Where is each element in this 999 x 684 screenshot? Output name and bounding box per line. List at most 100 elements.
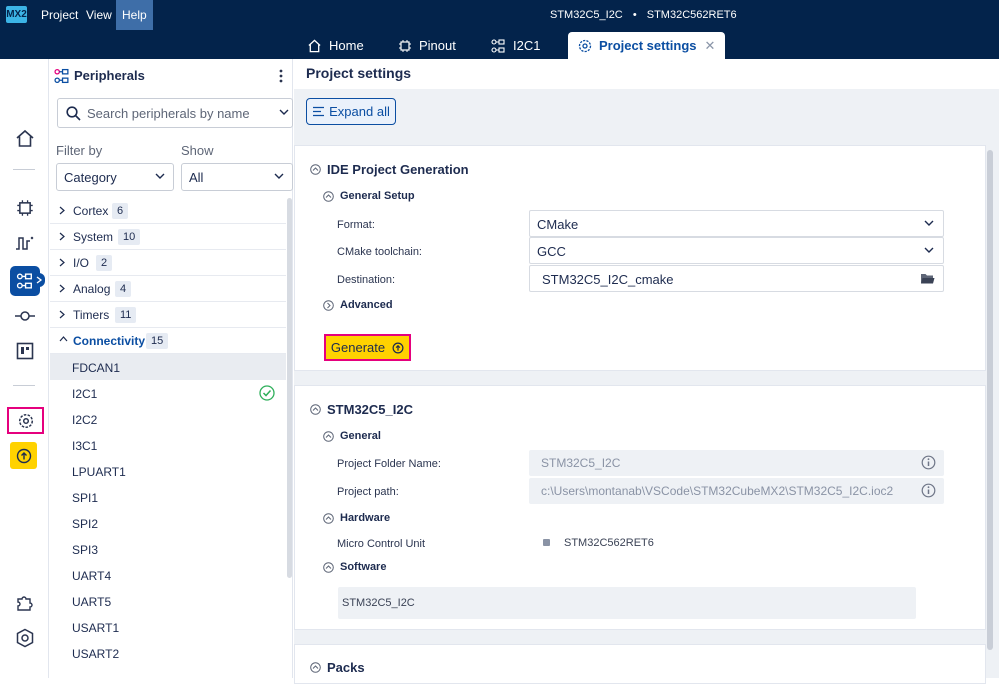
peripheral-list: Cortex 6 System 10 I/O 2 Analog 4 Timers…: [50, 198, 286, 666]
peripheral-name: I2C2: [72, 413, 98, 427]
peripherals-panel: Peripherals Filter by Show Category All …: [50, 59, 293, 678]
chevron-right-icon[interactable]: [33, 273, 45, 287]
tab-label: I2C1: [513, 38, 541, 53]
chevron-down-icon: [155, 173, 165, 179]
expand-all-button[interactable]: Expand all: [306, 98, 396, 125]
project-path-label: Project path:: [337, 486, 399, 498]
category-system[interactable]: System 10: [50, 224, 286, 250]
tab-home[interactable]: Home: [307, 32, 364, 59]
peripheral-item-i2c1[interactable]: I2C1: [50, 380, 286, 406]
format-dropdown[interactable]: CMake: [529, 210, 944, 237]
folder-name-label: Project Folder Name:: [337, 458, 441, 470]
page-title: Project settings: [306, 65, 412, 81]
check-circle-icon: [259, 385, 275, 401]
project-path-value: c:\Users\montanab\VSCode\STM32CubeMX2\ST…: [541, 484, 894, 498]
destination-field[interactable]: STM32C5_I2C_cmake: [529, 265, 944, 292]
peripherals-title: Peripherals: [74, 68, 145, 83]
peripheral-item-fdcan1[interactable]: FDCAN1: [50, 354, 286, 380]
home-icon[interactable]: [12, 125, 38, 151]
peripheral-item-spi3[interactable]: SPI3: [50, 536, 286, 562]
folder-icon[interactable]: [920, 272, 935, 285]
peripheral-item-uart5[interactable]: UART5: [50, 588, 286, 614]
title-separator: •: [632, 9, 637, 21]
collapse-icon[interactable]: [310, 404, 321, 415]
generate-icon[interactable]: [10, 442, 37, 469]
folder-name-field: STM32C5_I2C: [529, 450, 944, 476]
show-select[interactable]: All: [181, 163, 293, 191]
collapse-icon[interactable]: [323, 431, 334, 442]
peripheral-item-spi1[interactable]: SPI1: [50, 484, 286, 510]
expand-circle-icon[interactable]: [323, 300, 334, 311]
peripheral-item-uart4[interactable]: UART4: [50, 562, 286, 588]
category-io[interactable]: I/O 2: [50, 250, 286, 276]
search-input[interactable]: [87, 104, 267, 122]
info-icon[interactable]: [921, 483, 936, 498]
peripheral-name: SPI3: [72, 543, 99, 557]
category-connectivity[interactable]: Connectivity 15: [50, 328, 286, 354]
puzzle-icon[interactable]: [12, 590, 38, 616]
peripheral-item-i2c2[interactable]: I2C2: [50, 406, 286, 432]
peripheral-name: USART1: [72, 621, 120, 635]
list-scrollbar[interactable]: [287, 198, 292, 578]
menu-view[interactable]: View: [86, 0, 112, 30]
settings-icon[interactable]: [12, 625, 38, 651]
folder-name-value: STM32C5_I2C: [541, 456, 621, 470]
project-path-field: c:\Users\montanab\VSCode\STM32CubeMX2\ST…: [529, 478, 944, 504]
peripheral-name: I2C1: [72, 387, 98, 401]
general-setup-title: General Setup: [340, 190, 415, 202]
peripheral-item-i3c1[interactable]: I3C1: [50, 432, 286, 458]
close-icon[interactable]: ✕: [705, 32, 716, 59]
tab-label: Pinout: [419, 38, 456, 53]
category-timers[interactable]: Timers 11: [50, 302, 286, 328]
software-title: Software: [340, 561, 387, 573]
chevron-down-icon: [924, 247, 934, 253]
peripherals-icon: [54, 68, 69, 84]
count-badge: 4: [115, 281, 132, 297]
chevron-down-icon[interactable]: [279, 109, 289, 116]
collapse-icon[interactable]: [310, 164, 321, 175]
main-scrollbar[interactable]: [987, 150, 993, 650]
filter-select[interactable]: Category: [56, 163, 174, 191]
peripheral-item-spi2[interactable]: SPI2: [50, 510, 286, 536]
peripheral-item-lpuart1[interactable]: LPUART1: [50, 458, 286, 484]
gear-icon: [578, 39, 592, 52]
chip-icon[interactable]: [12, 195, 38, 221]
signal-icon[interactable]: [12, 230, 38, 256]
peripheral-name: UART5: [72, 595, 112, 609]
tab-pinout[interactable]: Pinout: [398, 32, 456, 59]
more-options-icon[interactable]: [279, 69, 283, 83]
connection-icon[interactable]: [12, 303, 38, 329]
board-icon[interactable]: [12, 338, 38, 364]
show-label: Show: [181, 143, 214, 158]
peripheral-name: I3C1: [72, 439, 98, 453]
project-settings-icon[interactable]: [7, 407, 44, 434]
peripheral-item-usart1[interactable]: USART1: [50, 614, 286, 640]
chevron-up-icon: [59, 336, 68, 342]
tab-i2c1[interactable]: I2C1: [491, 32, 540, 59]
collapse-icon[interactable]: [323, 513, 334, 524]
expand-icon: [313, 106, 325, 117]
menu-project[interactable]: Project: [41, 0, 78, 30]
toolchain-label: CMake toolchain:: [337, 246, 422, 258]
category-cortex[interactable]: Cortex 6: [50, 198, 286, 224]
chevron-right-icon: [59, 284, 65, 293]
rail-divider: [13, 385, 35, 386]
mcu-value: STM32C562RET6: [564, 537, 654, 549]
generate-button[interactable]: Generate: [324, 334, 411, 361]
collapse-icon[interactable]: [323, 562, 334, 573]
menu-help[interactable]: Help: [116, 0, 153, 30]
main-header: Project settings: [294, 59, 999, 89]
window-title: STM32C5_I2C • STM32C562RET6: [550, 0, 737, 30]
info-icon[interactable]: [921, 455, 936, 470]
tab-project-settings[interactable]: Project settings ✕: [568, 32, 726, 59]
chevron-right-icon: [59, 258, 65, 267]
peripheral-item-usart2[interactable]: USART2: [50, 640, 286, 666]
category-name: Analog: [73, 282, 111, 296]
collapse-icon[interactable]: [310, 662, 321, 673]
collapse-icon[interactable]: [323, 191, 334, 202]
category-analog[interactable]: Analog 4: [50, 276, 286, 302]
advanced-title: Advanced: [340, 299, 393, 311]
toolchain-dropdown[interactable]: GCC: [529, 237, 944, 264]
category-name: I/O: [73, 256, 90, 270]
expand-all-label: Expand all: [329, 104, 390, 119]
